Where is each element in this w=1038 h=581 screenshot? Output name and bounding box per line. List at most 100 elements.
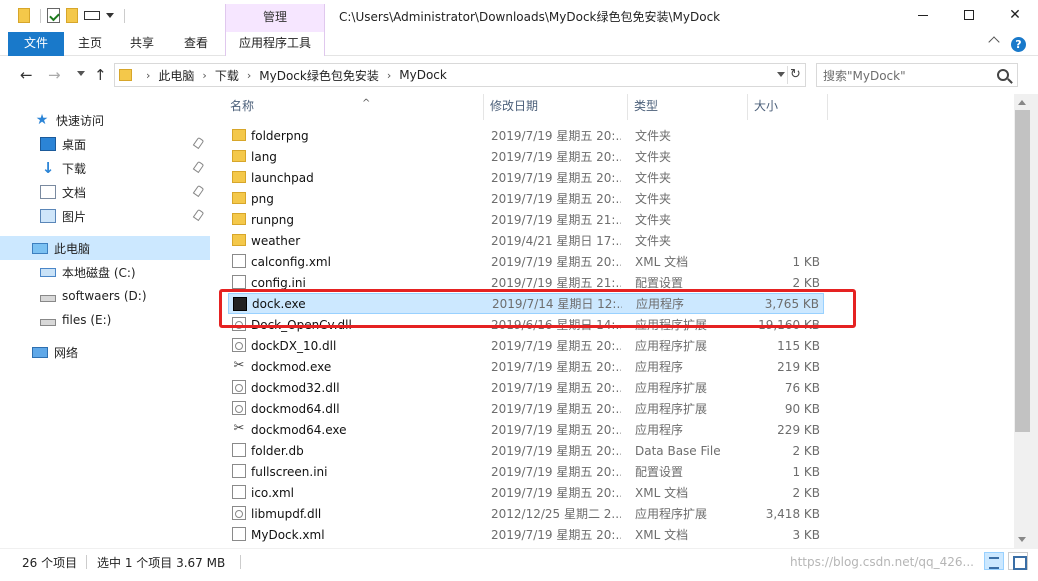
- breadcrumb-downloads[interactable]: 下载: [215, 67, 239, 84]
- file-name: calconfig.xml: [251, 254, 331, 269]
- address-history-icon[interactable]: [777, 72, 785, 77]
- expand-ribbon-icon[interactable]: [988, 36, 1000, 48]
- file-date: 2019/7/19 星期五 20:...: [491, 444, 621, 458]
- maximize-icon: [964, 10, 974, 20]
- file-name: lang: [251, 149, 277, 164]
- properties-icon[interactable]: [47, 8, 60, 23]
- file-name: config.ini: [251, 275, 306, 290]
- up-button[interactable]: ↑: [94, 66, 107, 84]
- file-row[interactable]: MyDock.xml 2019/7/19 星期五 20:... XML 文档 3 KB: [228, 524, 824, 545]
- recent-locations-icon[interactable]: [77, 71, 85, 76]
- close-button[interactable]: ✕: [992, 0, 1038, 32]
- manage-context-tab[interactable]: 管理: [225, 4, 325, 32]
- column-header-date[interactable]: 修改日期: [484, 94, 628, 120]
- sidebar-item-this-pc[interactable]: 此电脑: [0, 236, 210, 260]
- rename-icon[interactable]: [84, 11, 100, 20]
- folder-file-icon: [232, 129, 246, 141]
- tab-view[interactable]: 查看: [168, 32, 224, 56]
- breadcrumb-separator[interactable]: ›: [387, 69, 391, 82]
- search-box[interactable]: 搜索"MyDock": [816, 63, 1018, 87]
- tab-home[interactable]: 主页: [64, 32, 116, 56]
- file-type: 应用程序扩展: [635, 339, 708, 353]
- breadcrumb-this-pc[interactable]: 此电脑: [158, 67, 194, 84]
- back-button[interactable]: ←: [20, 66, 33, 84]
- new-folder-icon[interactable]: [66, 8, 78, 23]
- tab-file[interactable]: 文件: [8, 32, 64, 56]
- file-row[interactable]: weather 2019/4/21 星期日 17:... 文件夹: [228, 230, 824, 251]
- sidebar-item-drive-c[interactable]: 本地磁盘 (C:): [0, 260, 210, 284]
- file-row[interactable]: config.ini 2019/7/19 星期五 21:... 配置设置 2 KB: [228, 272, 824, 293]
- refresh-button[interactable]: ↻: [787, 66, 803, 84]
- column-header-size[interactable]: 大小: [748, 94, 828, 120]
- file-row[interactable]: ✂ dockmod64.exe 2019/7/19 星期五 20:... 应用程序 22…: [228, 419, 824, 440]
- file-date: 2019/7/19 星期五 20:...: [491, 255, 621, 269]
- file-row[interactable]: folder.db 2019/7/19 星期五 20:... Data Base F…: [228, 440, 824, 461]
- picture-icon: [40, 209, 56, 223]
- computer-icon: [32, 242, 48, 254]
- file-type: 文件夹: [635, 150, 672, 164]
- file-row[interactable]: dock.exe 2019/7/14 星期日 12:... 应用程序 3,765 KB: [228, 293, 824, 314]
- file-type: 应用程序: [635, 423, 684, 437]
- large-icons-view-button[interactable]: [1008, 552, 1028, 570]
- file-row[interactable]: runpng 2019/7/19 星期五 21:... 文件夹: [228, 209, 824, 230]
- maximize-button[interactable]: [946, 0, 992, 32]
- file-row[interactable]: dockDX_10.dll 2019/7/19 星期五 20:... 应用程序扩展 1…: [228, 335, 824, 356]
- customize-toolbar-icon[interactable]: [106, 13, 114, 18]
- file-date: 2019/7/19 星期五 20:...: [491, 339, 621, 353]
- help-icon[interactable]: ?: [1011, 37, 1026, 52]
- watermark-text: https://blog.csdn.net/qq_426...: [790, 555, 974, 569]
- file-type: 文件夹: [635, 129, 672, 143]
- file-name: runpng: [251, 212, 294, 227]
- file-row[interactable]: libmupdf.dll 2012/12/25 星期二 2... 应用程序扩展 3,4…: [228, 503, 824, 524]
- tab-application-tools[interactable]: 应用程序工具: [225, 32, 325, 56]
- folder-file-icon: [232, 171, 246, 183]
- column-header-type[interactable]: 类型: [628, 94, 748, 120]
- sidebar-item-documents[interactable]: 文档: [0, 180, 210, 204]
- sidebar-item-downloads[interactable]: ↓ 下载: [0, 156, 210, 180]
- scroll-down-icon[interactable]: [1018, 537, 1026, 542]
- file-row[interactable]: dockmod32.dll 2019/7/19 星期五 20:... 应用程序扩展 7…: [228, 377, 824, 398]
- file-row[interactable]: fullscreen.ini 2019/7/19 星期五 20:... 配置设置 1 …: [228, 461, 824, 482]
- file-row[interactable]: png 2019/7/19 星期五 20:... 文件夹: [228, 188, 824, 209]
- file-row[interactable]: dockmod64.dll 2019/7/19 星期五 20:... 应用程序扩展 9…: [228, 398, 824, 419]
- file-row[interactable]: launchpad 2019/7/19 星期五 20:... 文件夹: [228, 167, 824, 188]
- file-date: 2019/7/19 星期五 20:...: [491, 129, 621, 143]
- file-date: 2019/7/19 星期五 20:...: [491, 465, 621, 479]
- file-row[interactable]: ico.xml 2019/7/19 星期五 20:... XML 文档 2 KB: [228, 482, 824, 503]
- pin-icon: [192, 208, 205, 222]
- scrollbar-thumb[interactable]: [1015, 110, 1030, 432]
- breadcrumb-mydock-package[interactable]: MyDock绿色包免安装: [259, 67, 379, 84]
- minimize-button[interactable]: [900, 0, 946, 32]
- sidebar-item-pictures[interactable]: 图片: [0, 204, 210, 228]
- minimize-icon: [918, 14, 928, 16]
- sidebar-item-drive-d[interactable]: softwaers (D:): [0, 284, 210, 308]
- tab-share[interactable]: 共享: [116, 32, 168, 56]
- breadcrumb-separator[interactable]: ›: [202, 69, 206, 82]
- quick-access-toolbar: [18, 8, 125, 23]
- address-bar[interactable]: › 此电脑 › 下载 › MyDock绿色包免安装 › MyDock ↻: [114, 63, 806, 87]
- file-row[interactable]: Dock_OpenCv.dll 2019/6/16 星期日 14:... 应用程序扩…: [228, 314, 824, 335]
- sidebar-item-desktop[interactable]: 桌面: [0, 132, 210, 156]
- sidebar-item-quick-access[interactable]: ★ 快速访问: [0, 108, 210, 132]
- vertical-scrollbar[interactable]: [1014, 94, 1031, 548]
- breadcrumb-mydock[interactable]: MyDock: [399, 68, 447, 82]
- sidebar-item-drive-e[interactable]: files (E:): [0, 308, 210, 332]
- pin-icon: [192, 160, 205, 174]
- breadcrumb-separator[interactable]: ›: [247, 69, 251, 82]
- file-row[interactable]: folderpng 2019/7/19 星期五 20:... 文件夹: [228, 125, 824, 146]
- file-name: dockmod.exe: [251, 359, 332, 374]
- scroll-up-icon[interactable]: [1018, 100, 1026, 105]
- column-header-name[interactable]: 名称 ^: [224, 94, 484, 120]
- details-view-button[interactable]: [984, 552, 1004, 570]
- search-input[interactable]: 搜索"MyDock": [823, 67, 997, 84]
- sidebar-item-network[interactable]: 网络: [0, 340, 210, 364]
- file-row[interactable]: lang 2019/7/19 星期五 20:... 文件夹: [228, 146, 824, 167]
- forward-button[interactable]: →: [48, 66, 61, 84]
- file-row[interactable]: ✂ dockmod.exe 2019/7/19 星期五 20:... 应用程序 219 …: [228, 356, 824, 377]
- file-name: folder.db: [251, 443, 304, 458]
- xml-file-icon: [232, 485, 246, 499]
- file-row[interactable]: calconfig.xml 2019/7/19 星期五 20:... XML 文档 1…: [228, 251, 824, 272]
- breadcrumb-separator[interactable]: ›: [146, 69, 150, 82]
- file-name: MyDock.xml: [251, 527, 325, 542]
- search-icon[interactable]: [997, 69, 1009, 81]
